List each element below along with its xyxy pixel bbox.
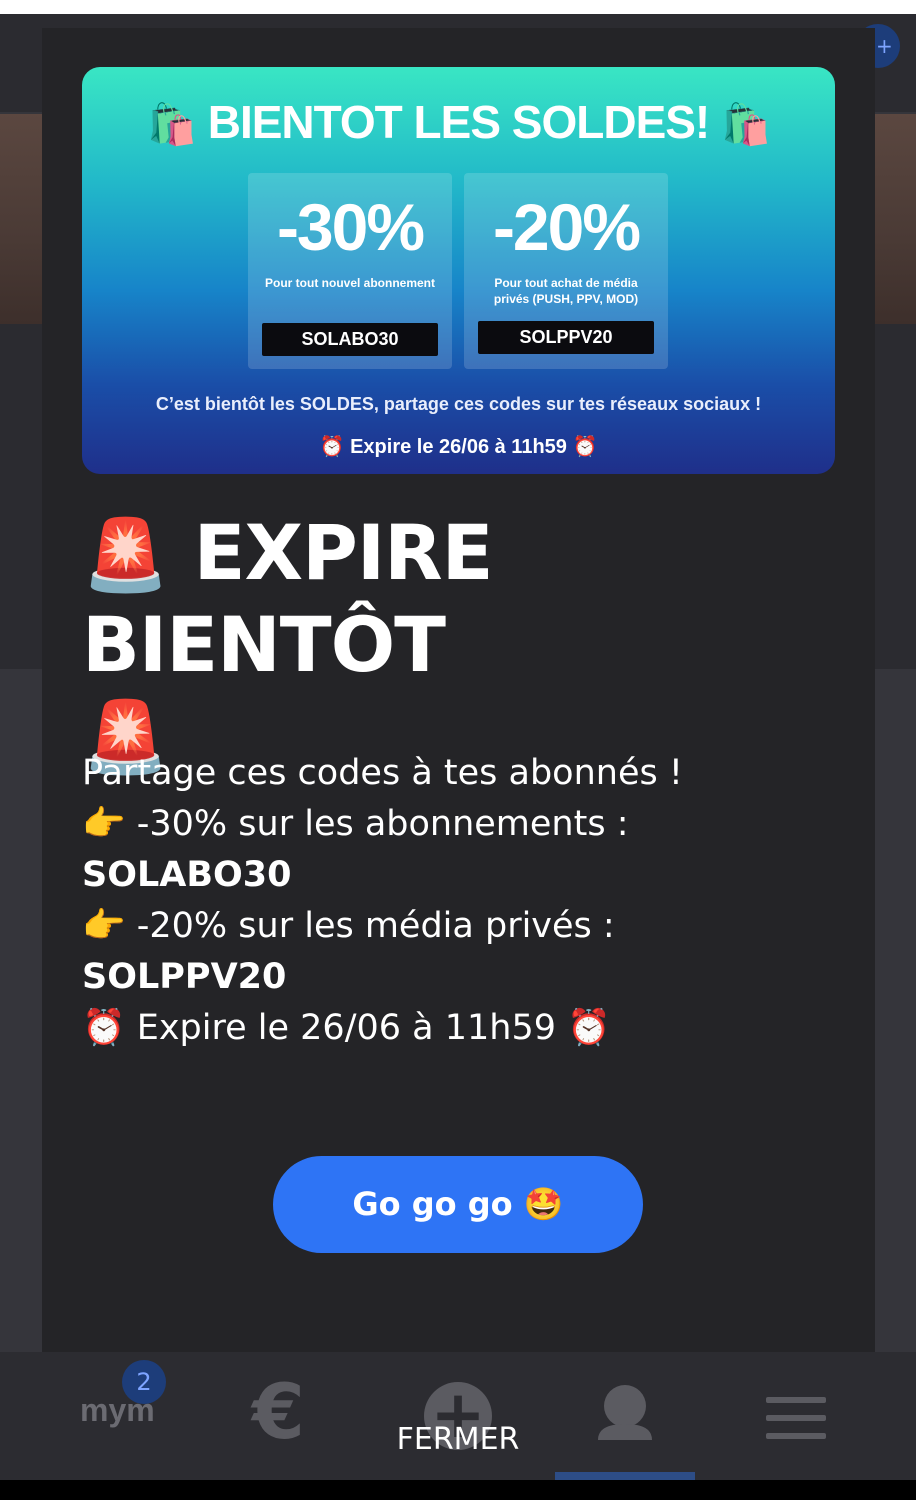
modal-headline: 🚨 EXPIRE BIENTÔT 🚨 bbox=[82, 508, 842, 782]
offer-percent: -20% bbox=[492, 190, 641, 264]
euro-icon[interactable]: € bbox=[252, 1374, 305, 1450]
active-tab-indicator bbox=[555, 1472, 695, 1480]
offer-code: SOLPPV20 bbox=[478, 321, 654, 354]
offer-1-code: SOLABO30 bbox=[82, 855, 292, 895]
close-button[interactable]: FERMER bbox=[370, 1422, 546, 1457]
offer-card-subscription: -30% Pour tout nouvel abonnement SOLABO3… bbox=[248, 173, 452, 369]
bottom-navigation: mym 2 € + FERMER bbox=[0, 1352, 916, 1480]
message-expire: ⏰ Expire le 26/06 à 11h59 ⏰ bbox=[82, 1003, 842, 1054]
offer-1-text: -30% sur les abonnements : bbox=[136, 804, 629, 844]
offer-description: Pour tout nouvel abonnement bbox=[265, 276, 435, 290]
alarm-clock-icon: ⏰ bbox=[82, 1008, 126, 1048]
offer-description: Pour tout achat de média privés (PUSH, P… bbox=[493, 276, 639, 306]
banner-expire-line: ⏰ Expire le 26/06 à 11h59 ⏰ bbox=[82, 434, 835, 459]
promo-banner-image: 🛍️ BIENTOT LES SOLDES! 🛍️ -30% Pour tout… bbox=[82, 67, 835, 474]
background-photo bbox=[874, 114, 916, 324]
banner-title: 🛍️ BIENTOT LES SOLDES! 🛍️ bbox=[82, 95, 835, 149]
banner-share-text: C’est bientôt les SOLDES, partage ces co… bbox=[155, 394, 762, 414]
profile-icon bbox=[598, 1385, 652, 1440]
expire-text: Expire le 26/06 à 11h59 bbox=[136, 1008, 556, 1048]
pointing-hand-icon: 👉 bbox=[82, 906, 126, 946]
top-status-strip bbox=[0, 0, 916, 14]
message-offer-1: 👉 -30% sur les abonnements : bbox=[82, 799, 842, 850]
banner-title-text: BIENTOT LES SOLDES! bbox=[207, 96, 711, 148]
alarm-clock-icon: ⏰ bbox=[567, 1008, 611, 1048]
banner-expire-text: Expire le 26/06 à 11h59 bbox=[350, 436, 567, 458]
alarm-clock-icon: ⏰ bbox=[319, 436, 345, 458]
nav-notification-badge: 2 bbox=[122, 1360, 166, 1404]
menu-icon[interactable] bbox=[766, 1397, 826, 1439]
message-offer-2: 👉 -20% sur les média privés : bbox=[82, 901, 842, 952]
offer-code: SOLABO30 bbox=[262, 323, 438, 356]
offer-card-private-media: -20% Pour tout achat de média privés (PU… bbox=[464, 173, 668, 369]
siren-icon: 🚨 bbox=[82, 514, 169, 596]
background-photo bbox=[0, 114, 42, 324]
system-bottom-strip bbox=[0, 1480, 916, 1500]
message-intro: Partage ces codes à tes abonnés ! bbox=[82, 753, 683, 793]
offer-2-code: SOLPPV20 bbox=[82, 957, 287, 997]
go-button[interactable]: Go go go 🤩 bbox=[273, 1156, 643, 1253]
shopping-bag-icon: 🛍️ bbox=[721, 103, 771, 147]
alarm-clock-icon: ⏰ bbox=[572, 436, 598, 458]
nav-item-profile[interactable] bbox=[555, 1352, 695, 1480]
offer-2-text: -20% sur les média privés : bbox=[136, 906, 615, 946]
shopping-bag-icon: 🛍️ bbox=[147, 103, 197, 147]
modal-message: Partage ces codes à tes abonnés ! 👉 -30%… bbox=[82, 748, 842, 1054]
promo-modal: 🛍️ BIENTOT LES SOLDES! 🛍️ -30% Pour tout… bbox=[42, 28, 875, 1354]
pointing-hand-icon: 👉 bbox=[82, 804, 126, 844]
offer-percent: -30% bbox=[276, 190, 425, 264]
